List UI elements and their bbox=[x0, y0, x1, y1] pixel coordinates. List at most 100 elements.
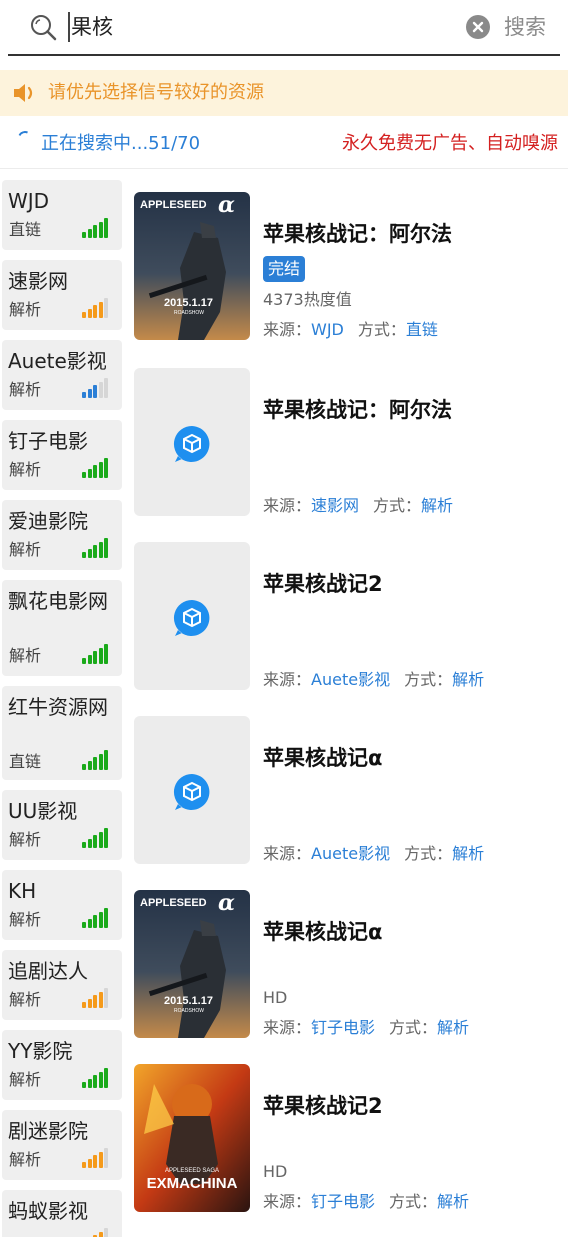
result-title[interactable]: 苹果核战记2 bbox=[263, 570, 383, 598]
signal-strength-icon bbox=[82, 378, 110, 398]
search-progress: 正在搜索中...51/70 bbox=[41, 133, 201, 154]
clear-icon[interactable] bbox=[466, 15, 490, 39]
notice-text: 请优先选择信号较好的资源 bbox=[48, 82, 264, 103]
source-method: 解析 bbox=[9, 646, 42, 665]
method-link[interactable]: 解析 bbox=[452, 844, 484, 863]
result-extra-info: 4373热度值 bbox=[263, 290, 352, 309]
source-label: 来源： bbox=[263, 1018, 312, 1037]
poster-placeholder[interactable] bbox=[134, 542, 250, 690]
svg-text:APPLESEED SAGA: APPLESEED SAGA bbox=[165, 1168, 219, 1174]
result-title[interactable]: 苹果核战记α bbox=[263, 918, 382, 946]
source-name: WJD bbox=[8, 189, 50, 213]
source-link[interactable]: 速影网 bbox=[311, 496, 359, 515]
source-label: 来源： bbox=[263, 320, 312, 339]
source-method: 解析 bbox=[9, 460, 42, 479]
source-link[interactable]: Auete影视 bbox=[311, 844, 390, 863]
signal-strength-icon bbox=[82, 988, 110, 1008]
promo-text: 永久免费无广告、自动嗅源 bbox=[342, 133, 558, 154]
result-item[interactable]: 苹果核战记α 来源：Auete影视 方式：解析 bbox=[134, 716, 568, 866]
method-link[interactable]: 解析 bbox=[421, 496, 453, 515]
source-sidebar: WJD 直链 速影网 解析 Auete影视 解析 钉子电影 解析 爱迪影院 解析 飘花电影网 解析 红牛… bbox=[0, 180, 124, 1237]
result-meta: 来源：速影网 方式：解析 bbox=[263, 496, 453, 516]
poster-thumbnail[interactable]: APPLESEED SAGA EXMACHINA bbox=[134, 1064, 250, 1212]
result-item[interactable]: APPLESEED α 2015.1.17 ROADSHOW 苹果核战记：阿尔法 完结 43… bbox=[134, 192, 568, 342]
source-link[interactable]: WJD bbox=[311, 320, 344, 339]
result-title[interactable]: 苹果核战记α bbox=[263, 744, 382, 772]
source-name: 爱迪影院 bbox=[8, 509, 88, 533]
poster-placeholder[interactable] bbox=[134, 716, 250, 864]
poster-thumbnail[interactable]: APPLESEED α 2015.1.17 ROADSHOW bbox=[134, 890, 250, 1038]
status-badge: 完结 bbox=[263, 256, 306, 282]
source-name: 速影网 bbox=[8, 269, 68, 293]
source-item[interactable]: WJD 直链 bbox=[2, 180, 122, 250]
signal-strength-icon bbox=[82, 1148, 110, 1168]
notice-banner: 请优先选择信号较好的资源 bbox=[0, 70, 568, 116]
source-item[interactable]: KH 解析 bbox=[2, 870, 122, 940]
search-button[interactable]: 搜索 bbox=[504, 12, 546, 42]
loading-spinner-icon bbox=[16, 129, 34, 147]
method-link[interactable]: 解析 bbox=[437, 1192, 469, 1211]
method-link[interactable]: 直链 bbox=[406, 320, 438, 339]
source-name: 红牛资源网 bbox=[8, 695, 108, 719]
poster-placeholder[interactable] bbox=[134, 368, 250, 516]
search-input[interactable]: 果核 bbox=[68, 12, 113, 42]
svg-text:ROADSHOW: ROADSHOW bbox=[174, 1008, 204, 1014]
result-title[interactable]: 苹果核战记2 bbox=[263, 1092, 383, 1120]
svg-text:ROADSHOW: ROADSHOW bbox=[174, 310, 204, 316]
result-item[interactable]: 苹果核战记2 来源：Auete影视 方式：解析 bbox=[134, 542, 568, 692]
source-method: 解析 bbox=[9, 990, 42, 1009]
source-method: 直链 bbox=[9, 220, 42, 239]
source-method: 解析 bbox=[9, 1070, 42, 1089]
source-item[interactable]: 蚂蚁影视 bbox=[2, 1190, 122, 1237]
source-item[interactable]: YY影院 解析 bbox=[2, 1030, 122, 1100]
method-label: 方式： bbox=[404, 670, 453, 689]
signal-strength-icon bbox=[82, 1228, 110, 1237]
source-item[interactable]: 飘花电影网 解析 bbox=[2, 580, 122, 676]
result-title[interactable]: 苹果核战记：阿尔法 bbox=[263, 396, 452, 424]
source-item[interactable]: 剧迷影院 解析 bbox=[2, 1110, 122, 1180]
result-extra-info: HD bbox=[263, 988, 288, 1007]
source-item[interactable]: 红牛资源网 直链 bbox=[2, 686, 122, 780]
result-title[interactable]: 苹果核战记：阿尔法 bbox=[263, 220, 452, 248]
svg-text:2015.1.17: 2015.1.17 bbox=[164, 297, 213, 309]
source-item[interactable]: 爱迪影院 解析 bbox=[2, 500, 122, 570]
result-meta: 来源：钉子电影 方式：解析 bbox=[263, 1192, 469, 1212]
source-method: 解析 bbox=[9, 830, 42, 849]
poster-thumbnail[interactable]: APPLESEED α 2015.1.17 ROADSHOW bbox=[134, 192, 250, 340]
source-method: 解析 bbox=[9, 910, 42, 929]
play-box-icon bbox=[173, 599, 210, 636]
source-item[interactable]: Auete影视 解析 bbox=[2, 340, 122, 410]
source-link[interactable]: 钉子电影 bbox=[311, 1018, 375, 1037]
result-meta: 来源：WJD 方式：直链 bbox=[263, 320, 438, 340]
signal-strength-icon bbox=[82, 828, 110, 848]
result-meta: 来源：钉子电影 方式：解析 bbox=[263, 1018, 469, 1038]
svg-text:APPLESEED: APPLESEED bbox=[140, 199, 207, 211]
signal-strength-icon bbox=[82, 750, 110, 770]
method-label: 方式： bbox=[404, 844, 453, 863]
source-link[interactable]: Auete影视 bbox=[311, 670, 390, 689]
speaker-icon bbox=[14, 84, 33, 102]
result-item[interactable]: APPLESEED α 2015.1.17 ROADSHOW 苹果核战记α HD 来源：钉子… bbox=[134, 890, 568, 1040]
method-link[interactable]: 解析 bbox=[437, 1018, 469, 1037]
svg-text:EXMACHINA: EXMACHINA bbox=[147, 1175, 238, 1192]
result-extra-info: HD bbox=[263, 1162, 288, 1181]
source-label: 来源： bbox=[263, 496, 312, 515]
result-item[interactable]: 苹果核战记：阿尔法来源：速影网 方式：解析 bbox=[134, 368, 568, 518]
method-link[interactable]: 解析 bbox=[452, 670, 484, 689]
source-link[interactable]: 钉子电影 bbox=[311, 1192, 375, 1211]
search-bar: 果核 搜索 bbox=[0, 0, 568, 58]
source-item[interactable]: 追剧达人 解析 bbox=[2, 950, 122, 1020]
signal-strength-icon bbox=[82, 1068, 110, 1088]
result-item[interactable]: APPLESEED SAGA EXMACHINA 苹果核战记2 HD 来源：钉子电影 方式… bbox=[134, 1064, 568, 1214]
source-name: 追剧达人 bbox=[8, 959, 88, 983]
source-item[interactable]: UU影视解析 bbox=[2, 790, 122, 860]
search-status: 正在搜索中...51/70 永久免费无广告、自动嗅源 bbox=[0, 124, 568, 164]
source-name: UU影视 bbox=[8, 799, 78, 823]
source-item[interactable]: 钉子电影 解析 bbox=[2, 420, 122, 490]
source-item[interactable]: 速影网 解析 bbox=[2, 260, 122, 330]
method-label: 方式： bbox=[389, 1192, 438, 1211]
source-method: 解析 bbox=[9, 540, 42, 559]
result-meta: 来源：Auete影视 方式：解析 bbox=[263, 844, 484, 864]
method-label: 方式： bbox=[389, 1018, 438, 1037]
signal-strength-icon bbox=[82, 538, 110, 558]
